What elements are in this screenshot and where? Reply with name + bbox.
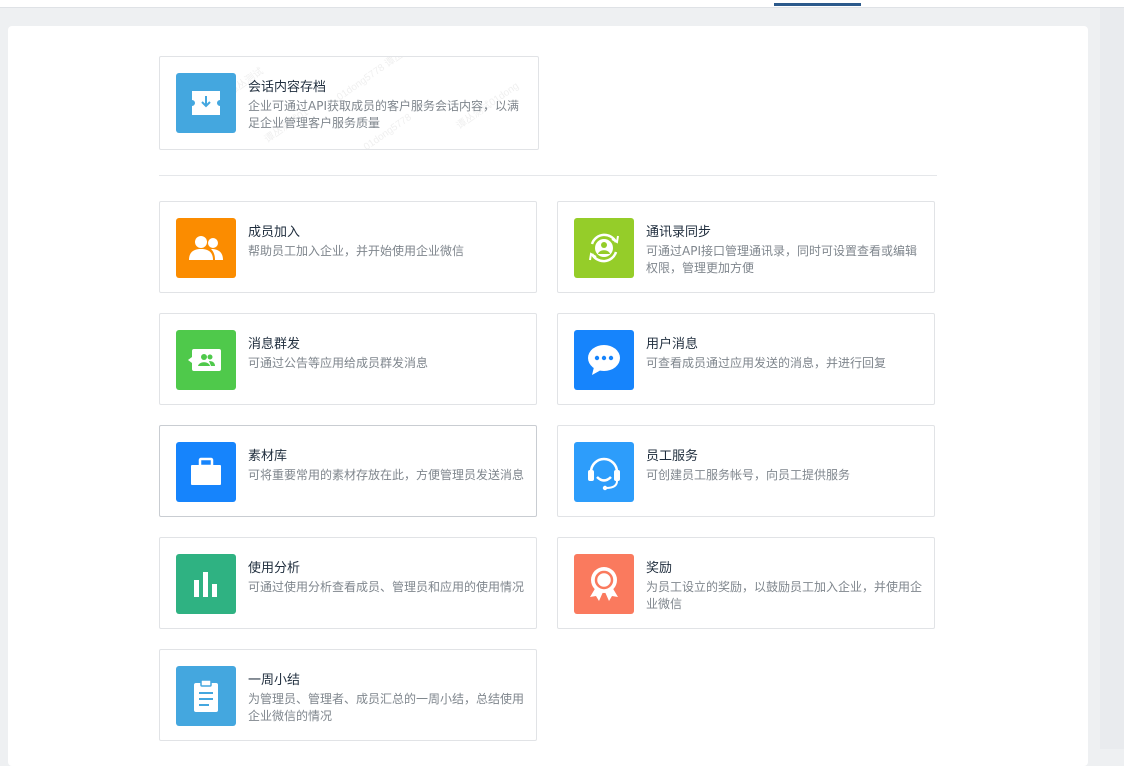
contact-sync-icon <box>574 218 634 278</box>
card-title: 使用分析 <box>248 561 301 576</box>
download-icon <box>176 73 236 133</box>
card-broadcast[interactable]: 消息群发 可通过公告等应用给成员群发消息 <box>159 313 537 405</box>
card-title: 会话内容存档 <box>248 80 327 95</box>
card-weekly-summary[interactable]: 一周小结 为管理员、管理者、成员汇总的一周小结，总结使用企业微信的情况 <box>159 649 537 741</box>
card-description: 企业可通过API获取成员的客户服务会话内容，以满足企业管理客户服务质量 <box>248 99 519 130</box>
broadcast-icon <box>176 330 236 390</box>
card-description: 可创建员工服务帐号，向员工提供服务 <box>646 468 851 482</box>
card-title: 消息群发 <box>248 337 301 352</box>
card-description: 帮助员工加入企业，并开始使用企业微信 <box>248 244 465 258</box>
clipboard-icon <box>176 666 236 726</box>
card-title: 通讯录同步 <box>646 225 712 240</box>
card-title: 奖励 <box>646 561 673 576</box>
award-icon <box>574 554 634 614</box>
section-divider <box>159 175 937 176</box>
card-description: 为管理员、管理者、成员汇总的一周小结，总结使用企业微信的情况 <box>248 692 525 723</box>
card-user-messages[interactable]: 用户消息 可查看成员通过应用发送的消息，并进行回复 <box>557 313 935 405</box>
card-material-library[interactable]: 素材库 可将重要常用的素材存放在此，方便管理员发送消息 <box>159 425 537 517</box>
users-icon <box>176 218 236 278</box>
briefcase-icon <box>176 442 236 502</box>
card-description: 可通过公告等应用给成员群发消息 <box>248 356 429 370</box>
top-bar <box>0 0 1124 8</box>
card-description: 可通过API接口管理通讯录，同时可设置查看或编辑权限，管理更加方便 <box>646 244 917 275</box>
card-archive[interactable]: lnong5778 谭丛测试 01dong5778 谭丛 01dong5778 … <box>159 56 539 150</box>
card-title: 一周小结 <box>248 673 301 688</box>
card-usage-analysis[interactable]: 使用分析 可通过使用分析查看成员、管理员和应用的使用情况 <box>159 537 537 629</box>
card-description: 可通过使用分析查看成员、管理员和应用的使用情况 <box>248 580 525 594</box>
chat-bubble-icon <box>574 330 634 390</box>
card-title: 用户消息 <box>646 337 699 352</box>
card-employee-service[interactable]: 员工服务 可创建员工服务帐号，向员工提供服务 <box>557 425 935 517</box>
card-title: 素材库 <box>248 449 288 464</box>
bar-chart-icon <box>176 554 236 614</box>
card-description: 可查看成员通过应用发送的消息，并进行回复 <box>646 356 887 370</box>
card-title: 成员加入 <box>248 225 301 240</box>
active-tab-indicator <box>774 3 861 6</box>
card-description: 可将重要常用的素材存放在此，方便管理员发送消息 <box>248 468 525 482</box>
scrollbar-track[interactable] <box>1100 8 1124 749</box>
headset-icon <box>574 442 634 502</box>
card-rewards[interactable]: 奖励 为员工设立的奖励，以鼓励员工加入企业，并使用企业微信 <box>557 537 935 629</box>
card-description: 为员工设立的奖励，以鼓励员工加入企业，并使用企业微信 <box>646 580 923 611</box>
card-member-join[interactable]: 成员加入 帮助员工加入企业，并开始使用企业微信 <box>159 201 537 293</box>
card-title: 员工服务 <box>646 449 699 464</box>
card-contact-sync[interactable]: 通讯录同步 可通过API接口管理通讯录，同时可设置查看或编辑权限，管理更加方便 <box>557 201 935 293</box>
